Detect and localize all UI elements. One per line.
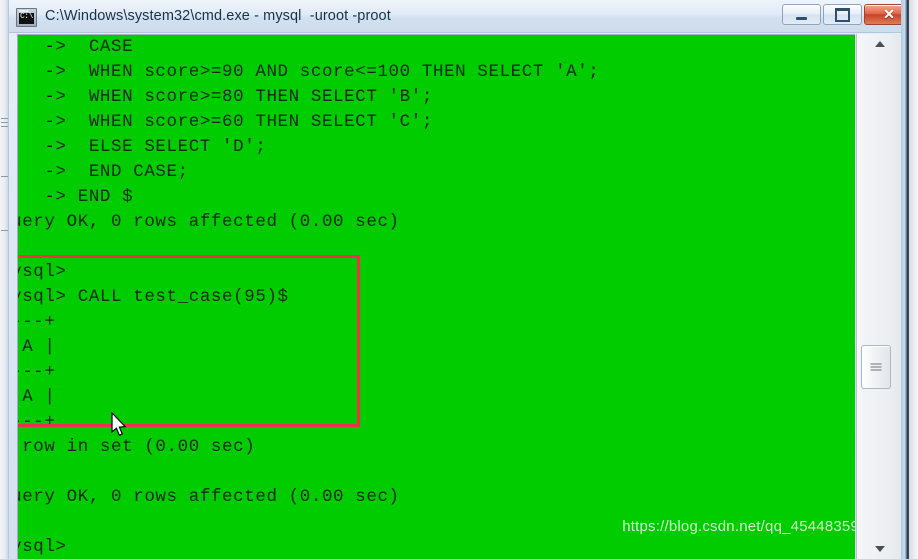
scrollbar-thumb[interactable] (861, 345, 891, 389)
minimize-button[interactable] (782, 4, 821, 25)
maximize-icon (824, 5, 861, 24)
minimize-icon (783, 5, 820, 24)
scroll-up-arrow-icon[interactable] (857, 34, 902, 54)
console-window: C:\Windows\system32\cmd.exe - mysql -uro… (0, 0, 918, 559)
scrollbar-thumb-grip (870, 362, 882, 373)
window-title: C:\Windows\system32\cmd.exe - mysql -uro… (45, 8, 391, 24)
console-output-area[interactable]: -> CASE -> WHEN score>=90 AND score<=100… (18, 35, 855, 559)
cmd-console-icon (16, 8, 37, 27)
terminal-text: -> CASE -> WHEN score>=90 AND score<=100… (18, 37, 600, 557)
watermark-url: https://blog.csdn.net/qq_45448359 (622, 518, 855, 535)
scroll-down-arrow-icon[interactable] (857, 539, 902, 559)
maximize-button[interactable] (823, 4, 862, 25)
mouse-cursor-icon (111, 412, 127, 436)
console-client-frame: -> CASE -> WHEN score>=90 AND score<=100… (17, 34, 855, 559)
scrollbar-track[interactable] (857, 34, 902, 559)
title-bar[interactable]: C:\Windows\system32\cmd.exe - mysql -uro… (9, 0, 918, 33)
vertical-scrollbar[interactable] (856, 34, 902, 559)
window-frame-right-edge (901, 0, 918, 559)
background-window-edge (0, 0, 9, 559)
